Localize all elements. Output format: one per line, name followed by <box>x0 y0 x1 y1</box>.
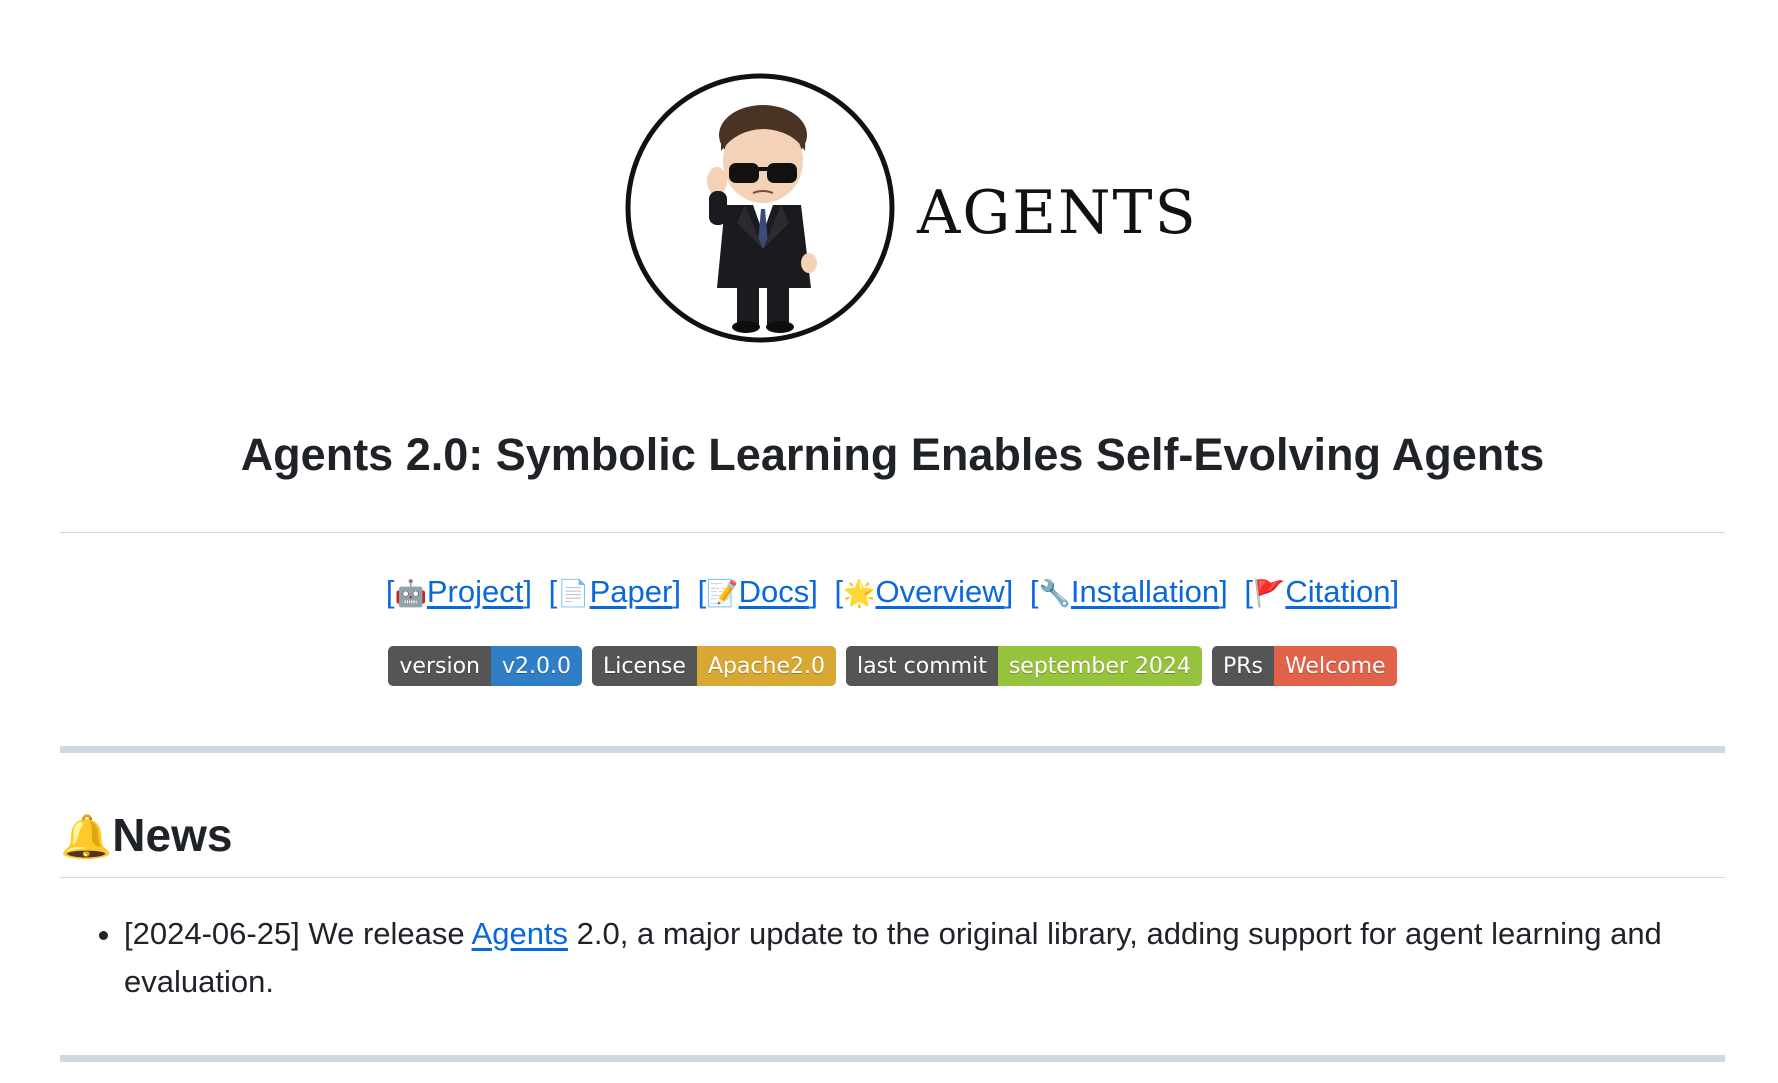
badge-label: License <box>591 646 697 686</box>
agents-logo: AGENTS <box>625 73 1196 353</box>
license-badge[interactable]: License Apache2.0 <box>591 646 836 686</box>
robot-icon: 🤖 <box>394 579 427 609</box>
badge-row: version v2.0.0 License Apache2.0 last co… <box>60 646 1725 686</box>
docs-link[interactable]: [📝Docs] <box>698 574 818 609</box>
agents-link[interactable]: Agents <box>472 916 569 951</box>
badge-value: september 2024 <box>997 646 1202 686</box>
page-title: Agents 2.0: Symbolic Learning Enables Se… <box>240 429 1545 480</box>
overview-link-label: Overview <box>875 574 1005 609</box>
badge-value: v2.0.0 <box>490 646 582 686</box>
readme-page: AGENTS Agents 2.0: Symbolic Learning Ena… <box>60 0 1725 1083</box>
news-divider <box>60 877 1725 878</box>
badge-label: version <box>388 646 491 686</box>
project-link-label: Project <box>426 574 524 609</box>
badge-label: PRs <box>1211 646 1274 686</box>
flag-icon: 🚩 <box>1253 579 1286 609</box>
agent-mascot-icon <box>625 73 895 343</box>
citation-link-label: Citation <box>1285 574 1391 609</box>
wrench-icon: 🔧 <box>1038 579 1071 609</box>
title-divider <box>60 532 1725 533</box>
docs-link-label: Docs <box>738 574 810 609</box>
page-icon: 📄 <box>557 579 590 609</box>
star-icon: 🌟 <box>843 579 876 609</box>
badge-value: Welcome <box>1273 646 1397 686</box>
paper-link[interactable]: [📄Paper] <box>549 574 681 609</box>
news-heading: 🔔News <box>60 805 232 867</box>
list-item: [2024-06-25] We release Agents 2.0, a ma… <box>124 910 1725 1006</box>
news-heading-label: News <box>112 809 233 861</box>
section-divider <box>60 746 1725 753</box>
nav-links: [🤖Project] [📄Paper] [📝Docs] [🌟Overview] … <box>60 570 1725 616</box>
news-item-prefix: [2024-06-25] We release <box>124 916 472 951</box>
bell-icon: 🔔 <box>60 812 113 861</box>
logo-wordmark: AGENTS <box>917 178 1198 248</box>
badge-value: Apache2.0 <box>696 646 836 686</box>
version-badge[interactable]: version v2.0.0 <box>388 646 582 686</box>
prs-welcome-badge[interactable]: PRs Welcome <box>1211 646 1397 686</box>
citation-link[interactable]: [🚩Citation] <box>1244 574 1399 609</box>
badge-label: last commit <box>846 646 998 686</box>
section-divider-bottom <box>60 1055 1725 1062</box>
installation-link[interactable]: [🔧Installation] <box>1030 574 1228 609</box>
project-link[interactable]: [🤖Project] <box>386 574 532 609</box>
news-list: [2024-06-25] We release Agents 2.0, a ma… <box>60 910 1725 1006</box>
overview-link[interactable]: [🌟Overview] <box>834 574 1013 609</box>
installation-link-label: Installation <box>1070 574 1220 609</box>
paper-link-label: Paper <box>589 574 673 609</box>
memo-icon: 📝 <box>706 579 739 609</box>
last-commit-badge[interactable]: last commit september 2024 <box>846 646 1202 686</box>
